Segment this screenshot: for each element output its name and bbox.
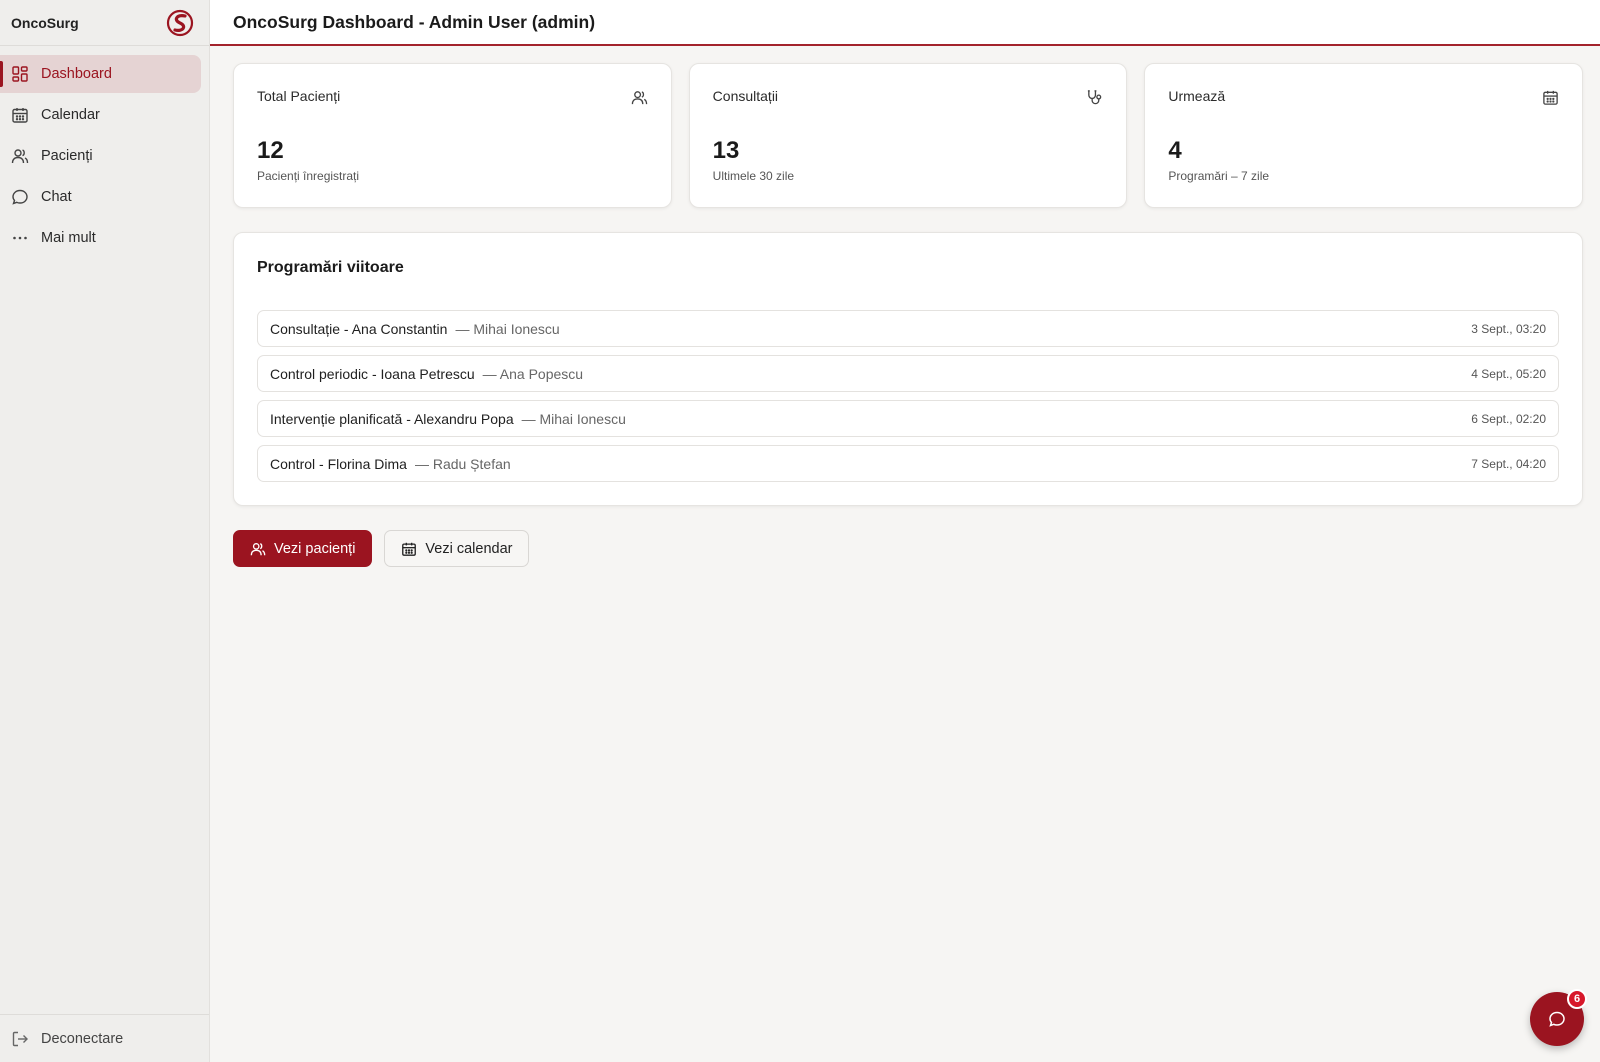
appointment-name: Control - Florina Dima xyxy=(270,455,407,472)
chat-icon xyxy=(11,188,29,206)
topbar: OncoSurg Dashboard - Admin User (admin) xyxy=(210,0,1600,46)
sidebar-item-more[interactable]: Mai mult xyxy=(0,219,201,257)
brand-name: OncoSurg xyxy=(11,14,79,31)
appointment-date: 6 Sept., 02:20 xyxy=(1471,411,1546,426)
stat-label: Total Pacienți xyxy=(257,88,341,104)
view-patients-label: Vezi pacienți xyxy=(274,540,356,557)
stat-card-total-patients: Total Pacienți 12 Pacienți înregistrați xyxy=(233,63,672,208)
appointment-doctor: — Ana Popescu xyxy=(482,365,584,382)
stat-subtitle: Ultimele 30 zile xyxy=(712,169,795,183)
appointment-date: 3 Sept., 03:20 xyxy=(1471,321,1546,336)
main-area: OncoSurg Dashboard - Admin User (admin) … xyxy=(210,0,1600,1062)
logout-label: Deconectare xyxy=(41,1030,124,1047)
appointments-title: Programări viitoare xyxy=(257,259,404,276)
page-title: OncoSurg Dashboard - Admin User (admin) xyxy=(233,11,596,32)
appointment-name: Control periodic - Ioana Petrescu xyxy=(270,365,475,382)
sidebar-item-calendar[interactable]: Calendar xyxy=(0,96,201,134)
stats-row: Total Pacienți 12 Pacienți înregistrați … xyxy=(233,63,1584,208)
grid-icon xyxy=(11,65,29,83)
calendar-icon xyxy=(11,106,29,124)
stat-value: 13 xyxy=(712,137,740,164)
appointment-date: 4 Sept., 05:20 xyxy=(1471,366,1546,381)
appointment-date: 7 Sept., 04:20 xyxy=(1471,456,1546,471)
view-patients-button[interactable]: Vezi pacienți xyxy=(233,530,373,567)
stat-label: Urmează xyxy=(1168,88,1226,104)
stat-subtitle: Pacienți înregistrați xyxy=(257,169,360,183)
stat-card-consultations: Consultații 13 Ultimele 30 zile xyxy=(688,63,1128,208)
calendar-icon xyxy=(1543,90,1558,105)
actions-row: Vezi pacienți Vezi calendar xyxy=(233,530,1583,567)
stat-value: 12 xyxy=(257,137,284,164)
users-icon xyxy=(250,541,266,557)
appointment-row[interactable]: Control - Florina Dima — Radu Ștefan 7 Se… xyxy=(257,445,1559,482)
appointment-doctor: — Mihai Ionescu xyxy=(455,320,560,337)
users-icon xyxy=(11,147,29,165)
appointment-doctor: — Mihai Ionescu xyxy=(521,410,626,427)
upcoming-appointments-card: Programări viitoare Consultație - Ana Co… xyxy=(233,232,1583,506)
chat-icon xyxy=(1549,1011,1565,1027)
dashboard-content: Total Pacienți 12 Pacienți înregistrați … xyxy=(210,46,1600,567)
appointments-list: Consultație - Ana Constantin — Mihai Ione… xyxy=(257,310,1559,482)
unread-count-badge: 6 xyxy=(1567,989,1587,1009)
stat-label: Consultații xyxy=(712,88,779,104)
sidebar-item-label: Dashboard xyxy=(41,66,112,82)
calendar-icon xyxy=(401,541,417,557)
sidebar-item-patients[interactable]: Pacienți xyxy=(0,137,201,175)
appointment-doctor: — Radu Ștefan xyxy=(414,455,511,472)
sidebar-item-chat[interactable]: Chat xyxy=(0,178,201,216)
sidebar-item-label: Chat xyxy=(41,189,72,205)
appointment-name: Intervenție planificată - Alexandru Popa xyxy=(270,410,514,427)
oncosurg-logo-icon[interactable] xyxy=(165,8,195,38)
view-calendar-button[interactable]: Vezi calendar xyxy=(384,530,530,567)
appointment-info: Intervenție planificată - Alexandru Popa… xyxy=(270,411,626,427)
chat-fab-button[interactable]: 6 xyxy=(1530,989,1587,1046)
appointment-info: Consultație - Ana Constantin — Mihai Ione… xyxy=(270,321,560,337)
logout-button[interactable]: Deconectare xyxy=(0,1014,209,1062)
appointment-row[interactable]: Control periodic - Ioana Petrescu — Ana P… xyxy=(257,355,1559,392)
sidebar-item-label: Calendar xyxy=(41,107,100,123)
appointment-name: Consultație - Ana Constantin xyxy=(270,320,448,337)
stat-subtitle: Programări – 7 zile xyxy=(1168,169,1270,183)
sidebar-item-dashboard[interactable]: Dashboard xyxy=(0,55,201,93)
sidebar-nav: Dashboard Calendar Pacienți Chat Mai mul… xyxy=(0,46,209,257)
users-icon xyxy=(631,91,647,105)
stat-value: 4 xyxy=(1168,137,1182,164)
sidebar-item-label: Mai mult xyxy=(41,230,96,246)
stat-card-upcoming: Urmează 4 Programări – 7 zile xyxy=(1144,63,1584,208)
appointment-info: Control - Florina Dima — Radu Ștefan xyxy=(270,456,511,472)
view-calendar-label: Vezi calendar xyxy=(425,540,513,557)
sidebar-header: OncoSurg xyxy=(0,0,209,46)
app-root: OncoSurg Dashboard Calendar Pacienți Cha… xyxy=(0,0,1600,1062)
sidebar-item-label: Pacienți xyxy=(41,148,93,164)
stethoscope-icon xyxy=(1088,90,1102,105)
logout-icon xyxy=(11,1030,29,1048)
appointment-info: Control periodic - Ioana Petrescu — Ana P… xyxy=(270,366,583,382)
appointment-row[interactable]: Consultație - Ana Constantin — Mihai Ione… xyxy=(257,310,1559,347)
appointment-row[interactable]: Intervenție planificată - Alexandru Popa… xyxy=(257,400,1559,437)
sidebar: OncoSurg Dashboard Calendar Pacienți Cha… xyxy=(0,0,210,1062)
more-icon xyxy=(11,229,29,247)
